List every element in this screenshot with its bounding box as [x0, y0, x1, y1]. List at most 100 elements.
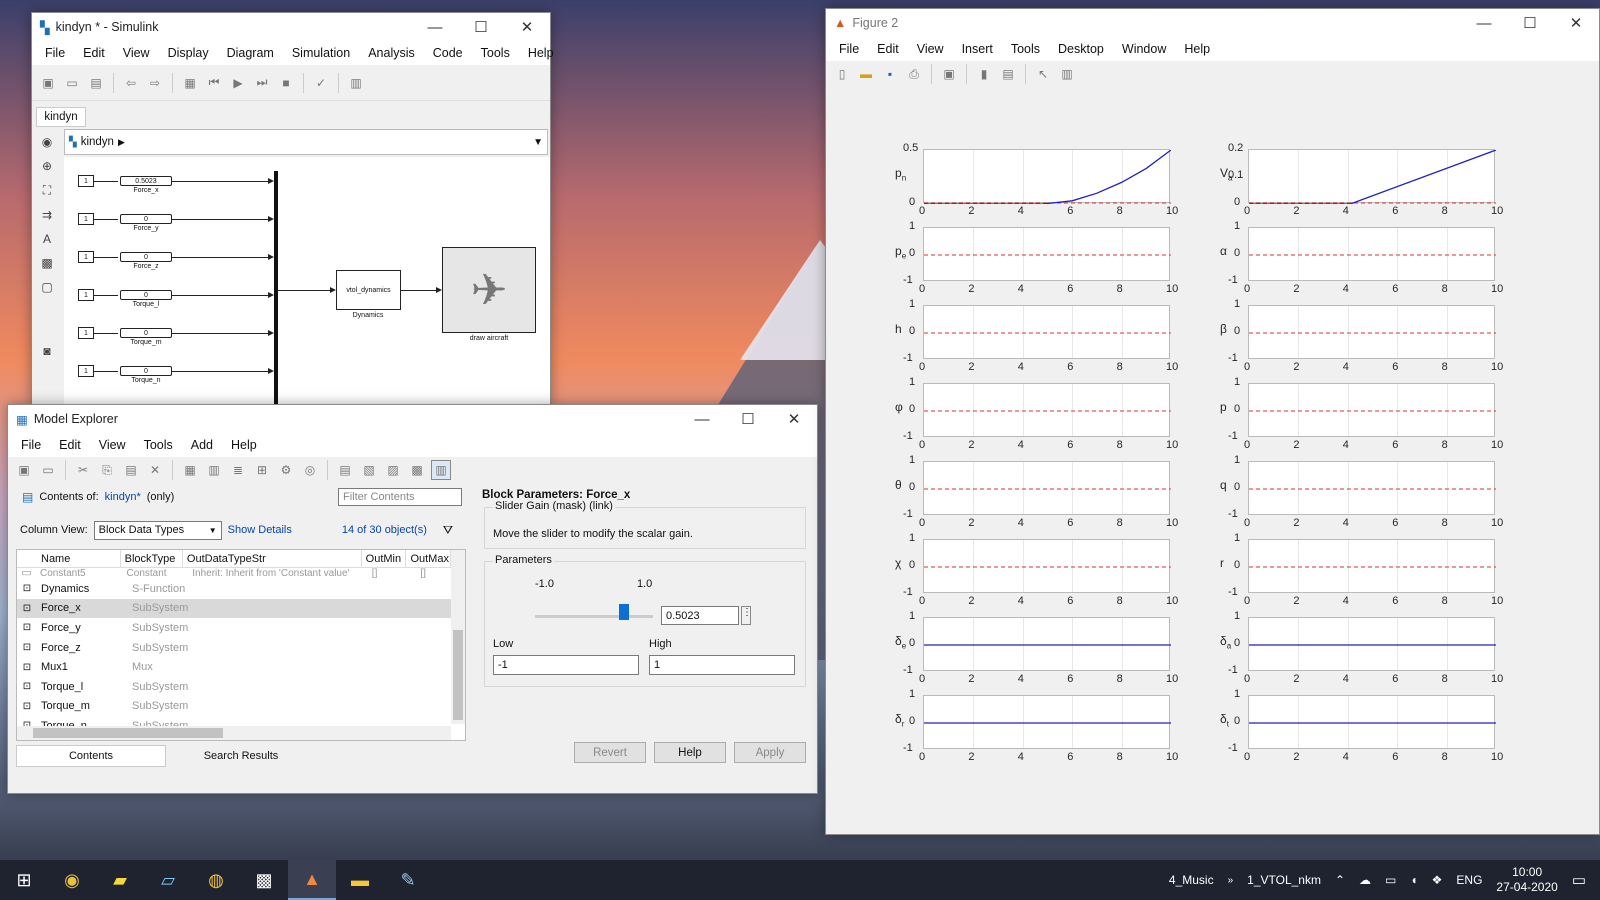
subplot-axes[interactable] [1248, 461, 1496, 515]
filter-icon[interactable]: ▤ [335, 460, 355, 480]
chrome-icon[interactable]: ◉ [48, 860, 96, 900]
subplot-axes[interactable] [923, 305, 1171, 359]
scrollbar-thumb[interactable] [33, 728, 223, 738]
constant-block[interactable]: 1 [78, 365, 94, 377]
slider-gain-block[interactable]: 0.5023 [120, 176, 172, 186]
table-row[interactable]: ⊡ Torque_m SubSystem [17, 697, 451, 717]
menu-item-help[interactable]: Help [1175, 42, 1219, 56]
tab-search-results[interactable]: Search Results [166, 745, 316, 767]
minimize-button[interactable]: — [412, 13, 458, 41]
help-button[interactable]: Help [654, 742, 726, 763]
run-icon[interactable]: ▶ [228, 73, 248, 93]
hierarchy-icon[interactable]: ▨ [383, 460, 403, 480]
clock[interactable]: 10:00 27-04-2020 [1496, 865, 1557, 895]
language-indicator[interactable]: ENG [1456, 873, 1482, 887]
subplot-axes[interactable] [923, 149, 1171, 204]
library-icon[interactable]: ▦ [180, 73, 200, 93]
grid-icon[interactable]: ▥ [346, 73, 366, 93]
menu-item-help[interactable]: Help [222, 438, 266, 452]
tips-icon[interactable]: ◍ [192, 860, 240, 900]
menu-item-add[interactable]: Add [182, 438, 222, 452]
revert-button[interactable]: Revert [574, 742, 646, 763]
menu-item-tools[interactable]: Tools [472, 46, 519, 60]
table-row[interactable]: ⊡ Dynamics S-Function [17, 579, 451, 599]
menu-item-insert[interactable]: Insert [953, 42, 1002, 56]
table-row[interactable]: ⊡ Force_x SubSystem [17, 598, 451, 619]
slider-gain-block[interactable]: 0 [120, 290, 172, 300]
open-icon[interactable]: ▭ [62, 73, 82, 93]
horizontal-scrollbar[interactable] [17, 726, 451, 740]
menu-item-desktop[interactable]: Desktop [1049, 42, 1113, 56]
colorbar-icon[interactable]: ▮ [974, 64, 994, 84]
link-plot-icon[interactable]: ▣ [939, 64, 959, 84]
tray-up-icon[interactable]: ⌃ [1335, 873, 1345, 887]
matlab-taskbar-icon[interactable]: ▲ [288, 860, 336, 900]
contents-of-link[interactable]: kindyn* [105, 491, 141, 503]
group-icon[interactable]: ▥ [204, 460, 224, 480]
check-icon[interactable]: ✓ [311, 73, 331, 93]
notifications-icon[interactable]: ▭ [1572, 871, 1586, 889]
volume-icon[interactable]: ◖ [1410, 873, 1417, 887]
slider-gain-block[interactable]: 0 [120, 252, 172, 262]
new-icon[interactable]: ▣ [14, 460, 34, 480]
back-icon[interactable]: ⇦ [121, 73, 141, 93]
value-menu-icon[interactable]: ⋮ [741, 606, 752, 625]
zoom-icon[interactable]: ⊕ [42, 159, 52, 173]
menu-item-file[interactable]: File [830, 42, 868, 56]
arrow-icon[interactable]: ⇉ [42, 208, 52, 222]
open-icon[interactable]: ▭ [38, 460, 58, 480]
toolbar-item-vtol[interactable]: 1_VTOL_nkm [1247, 873, 1321, 887]
annotation-icon[interactable]: A [43, 232, 51, 246]
draw-aircraft-block[interactable]: ✈ [442, 247, 536, 333]
model-tab[interactable]: kindyn [36, 107, 86, 127]
export-icon[interactable]: ▧ [359, 460, 379, 480]
column-header[interactable]: BlockType [121, 550, 183, 567]
slider-thumb[interactable] [618, 604, 629, 620]
subplot-axes[interactable] [923, 383, 1171, 437]
menu-item-view[interactable]: View [90, 438, 135, 452]
step-back-icon[interactable]: ⏮ [204, 73, 224, 93]
subplot-axes[interactable] [1248, 149, 1496, 204]
low-input[interactable]: -1 [493, 655, 639, 675]
slider-gain-block[interactable]: 0 [120, 366, 172, 376]
apply-button[interactable]: Apply [734, 742, 806, 763]
breadcrumb[interactable]: kindyn [81, 136, 114, 148]
print-icon[interactable]: ⎙ [904, 64, 924, 84]
constant-block[interactable]: 1 [78, 175, 94, 187]
toolbar-item-music[interactable]: 4_Music [1169, 873, 1214, 887]
dynamics-block[interactable]: vtol_dynamics [336, 270, 401, 310]
stop-icon[interactable]: ■ [276, 73, 296, 93]
table-row[interactable]: ⊡ Force_y SubSystem [17, 618, 451, 638]
save-icon[interactable]: ▤ [86, 73, 106, 93]
subplot-axes[interactable] [1248, 695, 1496, 749]
step-forward-icon[interactable]: ⏭ [252, 73, 272, 93]
menu-item-edit[interactable]: Edit [868, 42, 908, 56]
column-view-select[interactable]: Block Data Types ▼ [93, 520, 222, 540]
maximize-button[interactable]: ☐ [1507, 9, 1553, 37]
menu-item-file[interactable]: File [36, 46, 74, 60]
slider-gain-block[interactable]: 0 [120, 214, 172, 224]
fit-icon[interactable]: ⛶ [43, 183, 51, 198]
forward-icon[interactable]: ⇨ [145, 73, 165, 93]
edit-plot-icon[interactable]: ↖ [1033, 64, 1053, 84]
slider-track[interactable] [535, 615, 653, 618]
slider-gain-block[interactable]: 0 [120, 328, 172, 338]
menu-item-edit[interactable]: Edit [74, 46, 114, 60]
menu-item-window[interactable]: Window [1113, 42, 1175, 56]
subplot-axes[interactable] [923, 461, 1171, 515]
column-header[interactable]: OutDataTypeStr [183, 550, 362, 567]
scrollbar-thumb[interactable] [453, 630, 463, 720]
menu-item-code[interactable]: Code [424, 46, 472, 60]
address-dropdown-icon[interactable]: ▼ [533, 137, 543, 148]
maximize-button[interactable]: ☐ [458, 13, 504, 41]
subplot-axes[interactable] [1248, 383, 1496, 437]
panel-icon[interactable]: ▥ [431, 460, 451, 480]
cut-icon[interactable]: ✂ [73, 460, 93, 480]
close-button[interactable]: ✕ [1553, 9, 1599, 37]
property-editor-icon[interactable]: ▥ [1057, 64, 1077, 84]
file-explorer-icon[interactable]: ▬ [336, 860, 384, 900]
constant-block[interactable]: 1 [78, 213, 94, 225]
high-input[interactable]: 1 [649, 655, 795, 675]
subplot-axes[interactable] [1248, 227, 1496, 281]
mux-block[interactable] [274, 171, 278, 407]
